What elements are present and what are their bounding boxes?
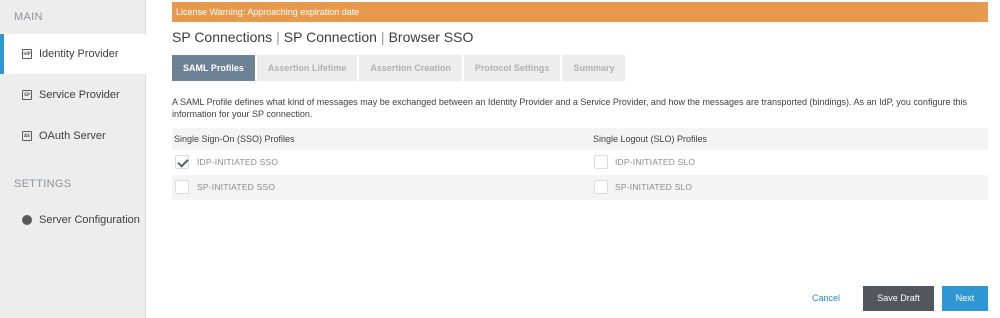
tab-saml-profiles[interactable]: SAML Profiles [172,55,255,81]
sidebar-item-server-configuration[interactable]: Server Configuration [0,200,146,240]
tab-summary[interactable]: Summary [562,55,626,81]
sidebar-item-label: Server Configuration [39,214,140,226]
app-root: MAIN IdP Identity Provider SP Service Pr… [0,0,1000,318]
idp-icon: IdP [22,49,32,59]
profiles-table: Single Sign-On (SSO) Profiles Single Log… [172,128,988,200]
tab-protocol-settings[interactable]: Protocol Settings [463,55,561,81]
breadcrumb-separator: | [380,29,385,45]
idp-initiated-sso-label: IDP-INITIATED SSO [197,157,279,167]
wizard-tabs: SAML Profiles Assertion Lifetime Asserti… [172,55,627,81]
sidebar-item-label: OAuth Server [39,130,106,142]
sp-initiated-slo-label: SP-INITIATED SLO [615,182,693,192]
breadcrumb-separator: | [276,29,280,45]
sp-icon: SP [22,90,32,100]
idp-initiated-slo-label: IDP-INITIATED SLO [615,157,696,167]
profiles-table-header: Single Sign-On (SSO) Profiles Single Log… [172,128,988,150]
table-row: SP-INITIATED SSO SP-INITIATED SLO [172,175,988,200]
breadcrumb-sp-connection: SP Connection [283,29,377,45]
sidebar: MAIN IdP Identity Provider SP Service Pr… [0,0,156,318]
next-button[interactable]: Next [942,286,988,311]
breadcrumb-sp-connections: SP Connections [172,29,273,45]
sidebar-section-settings: SETTINGS [14,178,72,190]
sidebar-item-service-provider[interactable]: SP Service Provider [0,75,146,115]
idp-initiated-slo-checkbox[interactable] [594,155,608,169]
server-config-icon [22,215,32,225]
tab-assertion-lifetime[interactable]: Assertion Lifetime [256,55,358,81]
save-draft-button[interactable]: Save Draft [863,286,934,311]
as-icon: AS [22,131,32,141]
slo-profiles-header: Single Logout (SLO) Profiles [593,134,708,144]
sidebar-item-identity-provider[interactable]: IdP Identity Provider [0,34,156,74]
breadcrumb: SP Connections | SP Connection | Browser SSO [172,29,473,45]
tab-assertion-creation[interactable]: Assertion Creation [359,55,462,81]
sp-initiated-sso-label: SP-INITIATED SSO [197,182,276,192]
sidebar-item-label: Identity Provider [39,48,119,60]
sidebar-item-label: Service Provider [39,89,120,101]
sidebar-item-oauth-server[interactable]: AS OAuth Server [0,116,146,156]
cancel-button[interactable]: Cancel [812,293,840,303]
page-title: Browser SSO [388,29,474,45]
license-warning-banner: License Warning: Approaching expiration … [172,2,988,22]
sp-initiated-sso-checkbox[interactable] [175,180,189,194]
sp-initiated-slo-checkbox[interactable] [594,180,608,194]
idp-initiated-sso-checkbox[interactable] [175,155,189,169]
table-row: IDP-INITIATED SSO IDP-INITIATED SLO [172,150,988,175]
sidebar-section-main: MAIN [14,11,43,23]
sso-profiles-header: Single Sign-On (SSO) Profiles [174,134,295,144]
description-text: A SAML Profile defines what kind of mess… [172,97,967,119]
